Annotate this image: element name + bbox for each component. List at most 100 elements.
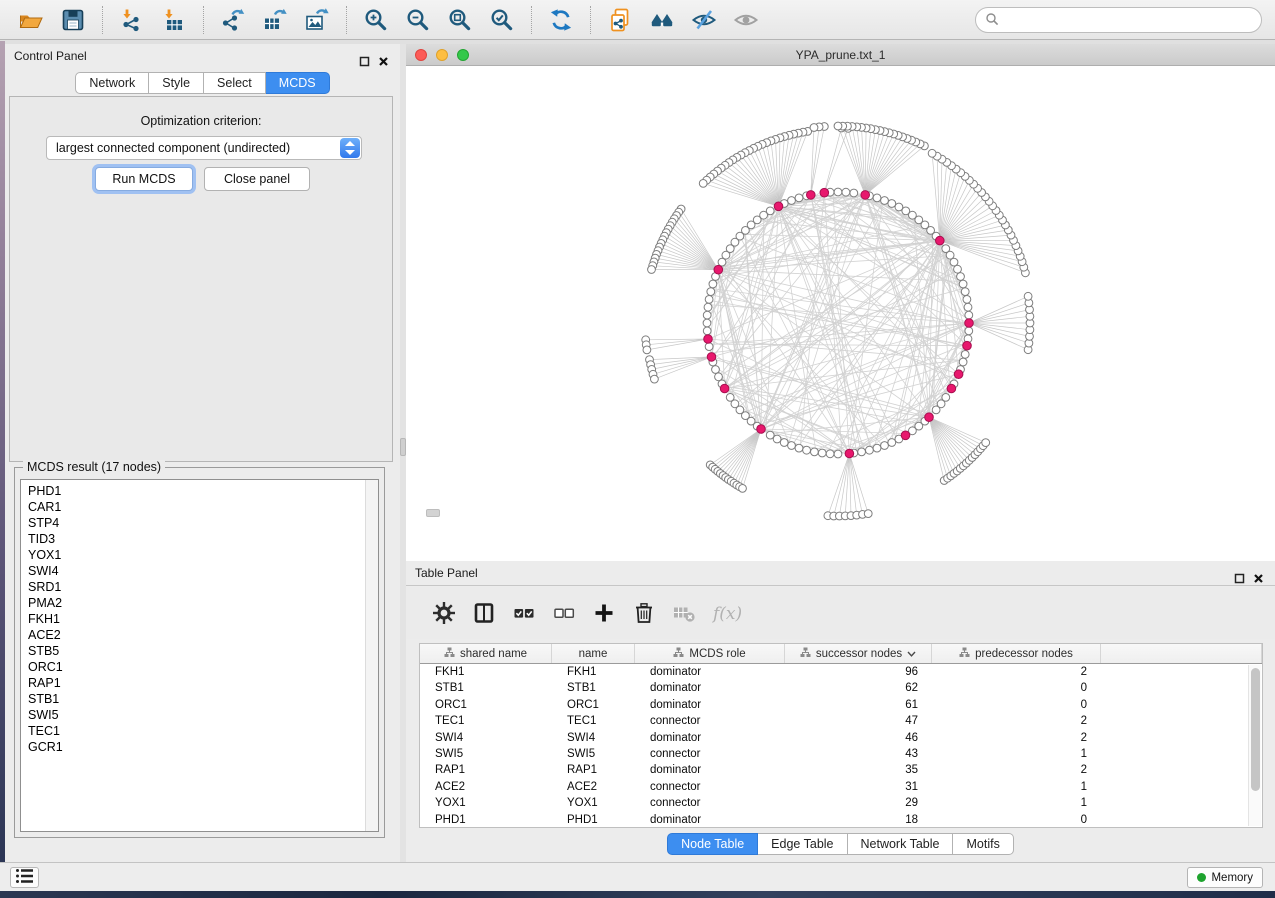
mcds-result-item[interactable]: STP4 [28, 515, 378, 531]
delete-table-icon [669, 598, 699, 628]
save-session-icon[interactable] [58, 5, 88, 35]
table-cell: SWI4 [420, 730, 552, 746]
table-row[interactable]: SWI4SWI4dominator462 [420, 730, 1262, 746]
table-row[interactable]: ORC1ORC1dominator610 [420, 697, 1262, 713]
export-table-icon[interactable] [260, 5, 290, 35]
mcds-result-item[interactable]: SRD1 [28, 579, 378, 595]
table-row[interactable]: YOX1YOX1connector291 [420, 795, 1262, 811]
deselect-all-icon[interactable] [549, 598, 579, 628]
table-cell: TEC1 [420, 713, 552, 729]
open-file-icon[interactable] [16, 5, 46, 35]
export-network-icon[interactable] [218, 5, 248, 35]
column-header-shared-name[interactable]: shared name [420, 644, 552, 663]
table-row[interactable]: ACE2ACE2connector311 [420, 779, 1262, 795]
scrollbar-thumb[interactable] [1251, 668, 1260, 791]
table-tabs: Node TableEdge TableNetwork TableMotifs [406, 833, 1275, 855]
mcds-result-groupbox: MCDS result (17 nodes) PHD1CAR1STP4TID3Y… [14, 467, 385, 838]
network-graph[interactable] [406, 66, 1275, 561]
import-table-icon[interactable] [159, 5, 189, 35]
mcds-result-item[interactable]: ACE2 [28, 627, 378, 643]
tab-network-table[interactable]: Network Table [848, 833, 954, 855]
table-cell: 18 [785, 812, 932, 828]
tab-select[interactable]: Select [204, 72, 266, 94]
status-bar: Memory [0, 862, 1275, 891]
column-header-filler [1101, 644, 1262, 663]
hide-selected-icon[interactable] [689, 5, 719, 35]
export-image-icon[interactable] [302, 5, 332, 35]
mcds-result-item[interactable]: TID3 [28, 531, 378, 547]
column-header-MCDS-role[interactable]: MCDS role [635, 644, 785, 663]
table-cell: ORC1 [420, 697, 552, 713]
mcds-result-item[interactable]: GCR1 [28, 739, 378, 755]
network-window-titlebar[interactable]: YPA_prune.txt_1 [406, 44, 1275, 66]
create-column-icon[interactable] [589, 598, 619, 628]
run-mcds-button[interactable]: Run MCDS [95, 167, 193, 191]
table-body: FKH1FKH1dominator962STB1STB1dominator620… [420, 664, 1262, 828]
network-window-title: YPA_prune.txt_1 [406, 44, 1275, 66]
zoom-in-icon[interactable] [361, 5, 391, 35]
task-history-button[interactable] [10, 867, 39, 888]
show-columns-icon[interactable] [469, 598, 499, 628]
horizontal-splitter-grab[interactable] [426, 509, 440, 517]
mcds-result-item[interactable]: STB5 [28, 643, 378, 659]
mcds-result-item[interactable]: SWI4 [28, 563, 378, 579]
table-cell: connector [635, 795, 785, 811]
column-type-icon [444, 647, 455, 661]
table-row[interactable]: RAP1RAP1dominator352 [420, 762, 1262, 778]
mcds-result-item[interactable]: ORC1 [28, 659, 378, 675]
mcds-result-item[interactable]: CAR1 [28, 499, 378, 515]
table-row[interactable]: TEC1TEC1connector472 [420, 713, 1262, 729]
table-cell: 47 [785, 713, 932, 729]
table-cell: connector [635, 779, 785, 795]
table-scrollbar[interactable] [1248, 665, 1261, 826]
mcds-result-item[interactable]: FKH1 [28, 611, 378, 627]
network-canvas[interactable] [406, 66, 1275, 561]
mcds-result-item[interactable]: YOX1 [28, 547, 378, 563]
column-header-successor-nodes[interactable]: successor nodes [785, 644, 932, 663]
table-cell: dominator [635, 664, 785, 680]
import-network-icon[interactable] [117, 5, 147, 35]
mcds-result-item[interactable]: STB1 [28, 691, 378, 707]
mcds-result-item[interactable]: SWI5 [28, 707, 378, 723]
column-header-predecessor-nodes[interactable]: predecessor nodes [932, 644, 1101, 663]
mcds-result-list[interactable]: PHD1CAR1STP4TID3YOX1SWI4SRD1PMA2FKH1ACE2… [20, 479, 379, 832]
column-header-name[interactable]: name [552, 644, 635, 663]
select-stepper-icon [340, 138, 360, 158]
search-network-icon[interactable] [647, 5, 677, 35]
mcds-result-item[interactable]: PHD1 [28, 483, 378, 499]
toolbar-separator [531, 6, 532, 34]
tab-network[interactable]: Network [75, 72, 149, 94]
table-mode-icon[interactable] [429, 598, 459, 628]
mcds-list-scrollbar[interactable] [365, 480, 378, 831]
zoom-fit-icon[interactable] [445, 5, 475, 35]
column-label: predecessor nodes [975, 648, 1073, 660]
tab-style[interactable]: Style [149, 72, 204, 94]
search-input[interactable] [1004, 10, 1261, 30]
column-label: name [579, 648, 608, 660]
table-cell: SWI5 [420, 746, 552, 762]
search-box[interactable] [975, 7, 1262, 33]
mcds-result-item[interactable]: RAP1 [28, 675, 378, 691]
delete-columns-icon[interactable] [629, 598, 659, 628]
apply-layout-icon[interactable] [546, 5, 576, 35]
table-row[interactable]: FKH1FKH1dominator962 [420, 664, 1262, 680]
table-row[interactable]: PHD1PHD1dominator180 [420, 812, 1262, 828]
zoom-out-icon[interactable] [403, 5, 433, 35]
table-row[interactable]: STB1STB1dominator620 [420, 680, 1262, 696]
memory-button[interactable]: Memory [1187, 867, 1263, 888]
table-cell: 29 [785, 795, 932, 811]
optimization-criterion-select[interactable]: largest connected component (undirected) [46, 136, 362, 160]
select-all-icon[interactable] [509, 598, 539, 628]
zoom-selected-icon[interactable] [487, 5, 517, 35]
tab-mcds[interactable]: MCDS [266, 72, 330, 94]
tab-edge-table[interactable]: Edge Table [758, 833, 847, 855]
table-cell: 0 [932, 680, 1101, 696]
share-document-icon[interactable] [605, 5, 635, 35]
mcds-result-item[interactable]: TEC1 [28, 723, 378, 739]
tab-motifs[interactable]: Motifs [953, 833, 1013, 855]
mcds-result-item[interactable]: PMA2 [28, 595, 378, 611]
table-cell: 2 [932, 762, 1101, 778]
tab-node-table[interactable]: Node Table [667, 833, 758, 855]
table-row[interactable]: SWI5SWI5connector431 [420, 746, 1262, 762]
close-panel-button[interactable]: Close panel [204, 167, 310, 191]
